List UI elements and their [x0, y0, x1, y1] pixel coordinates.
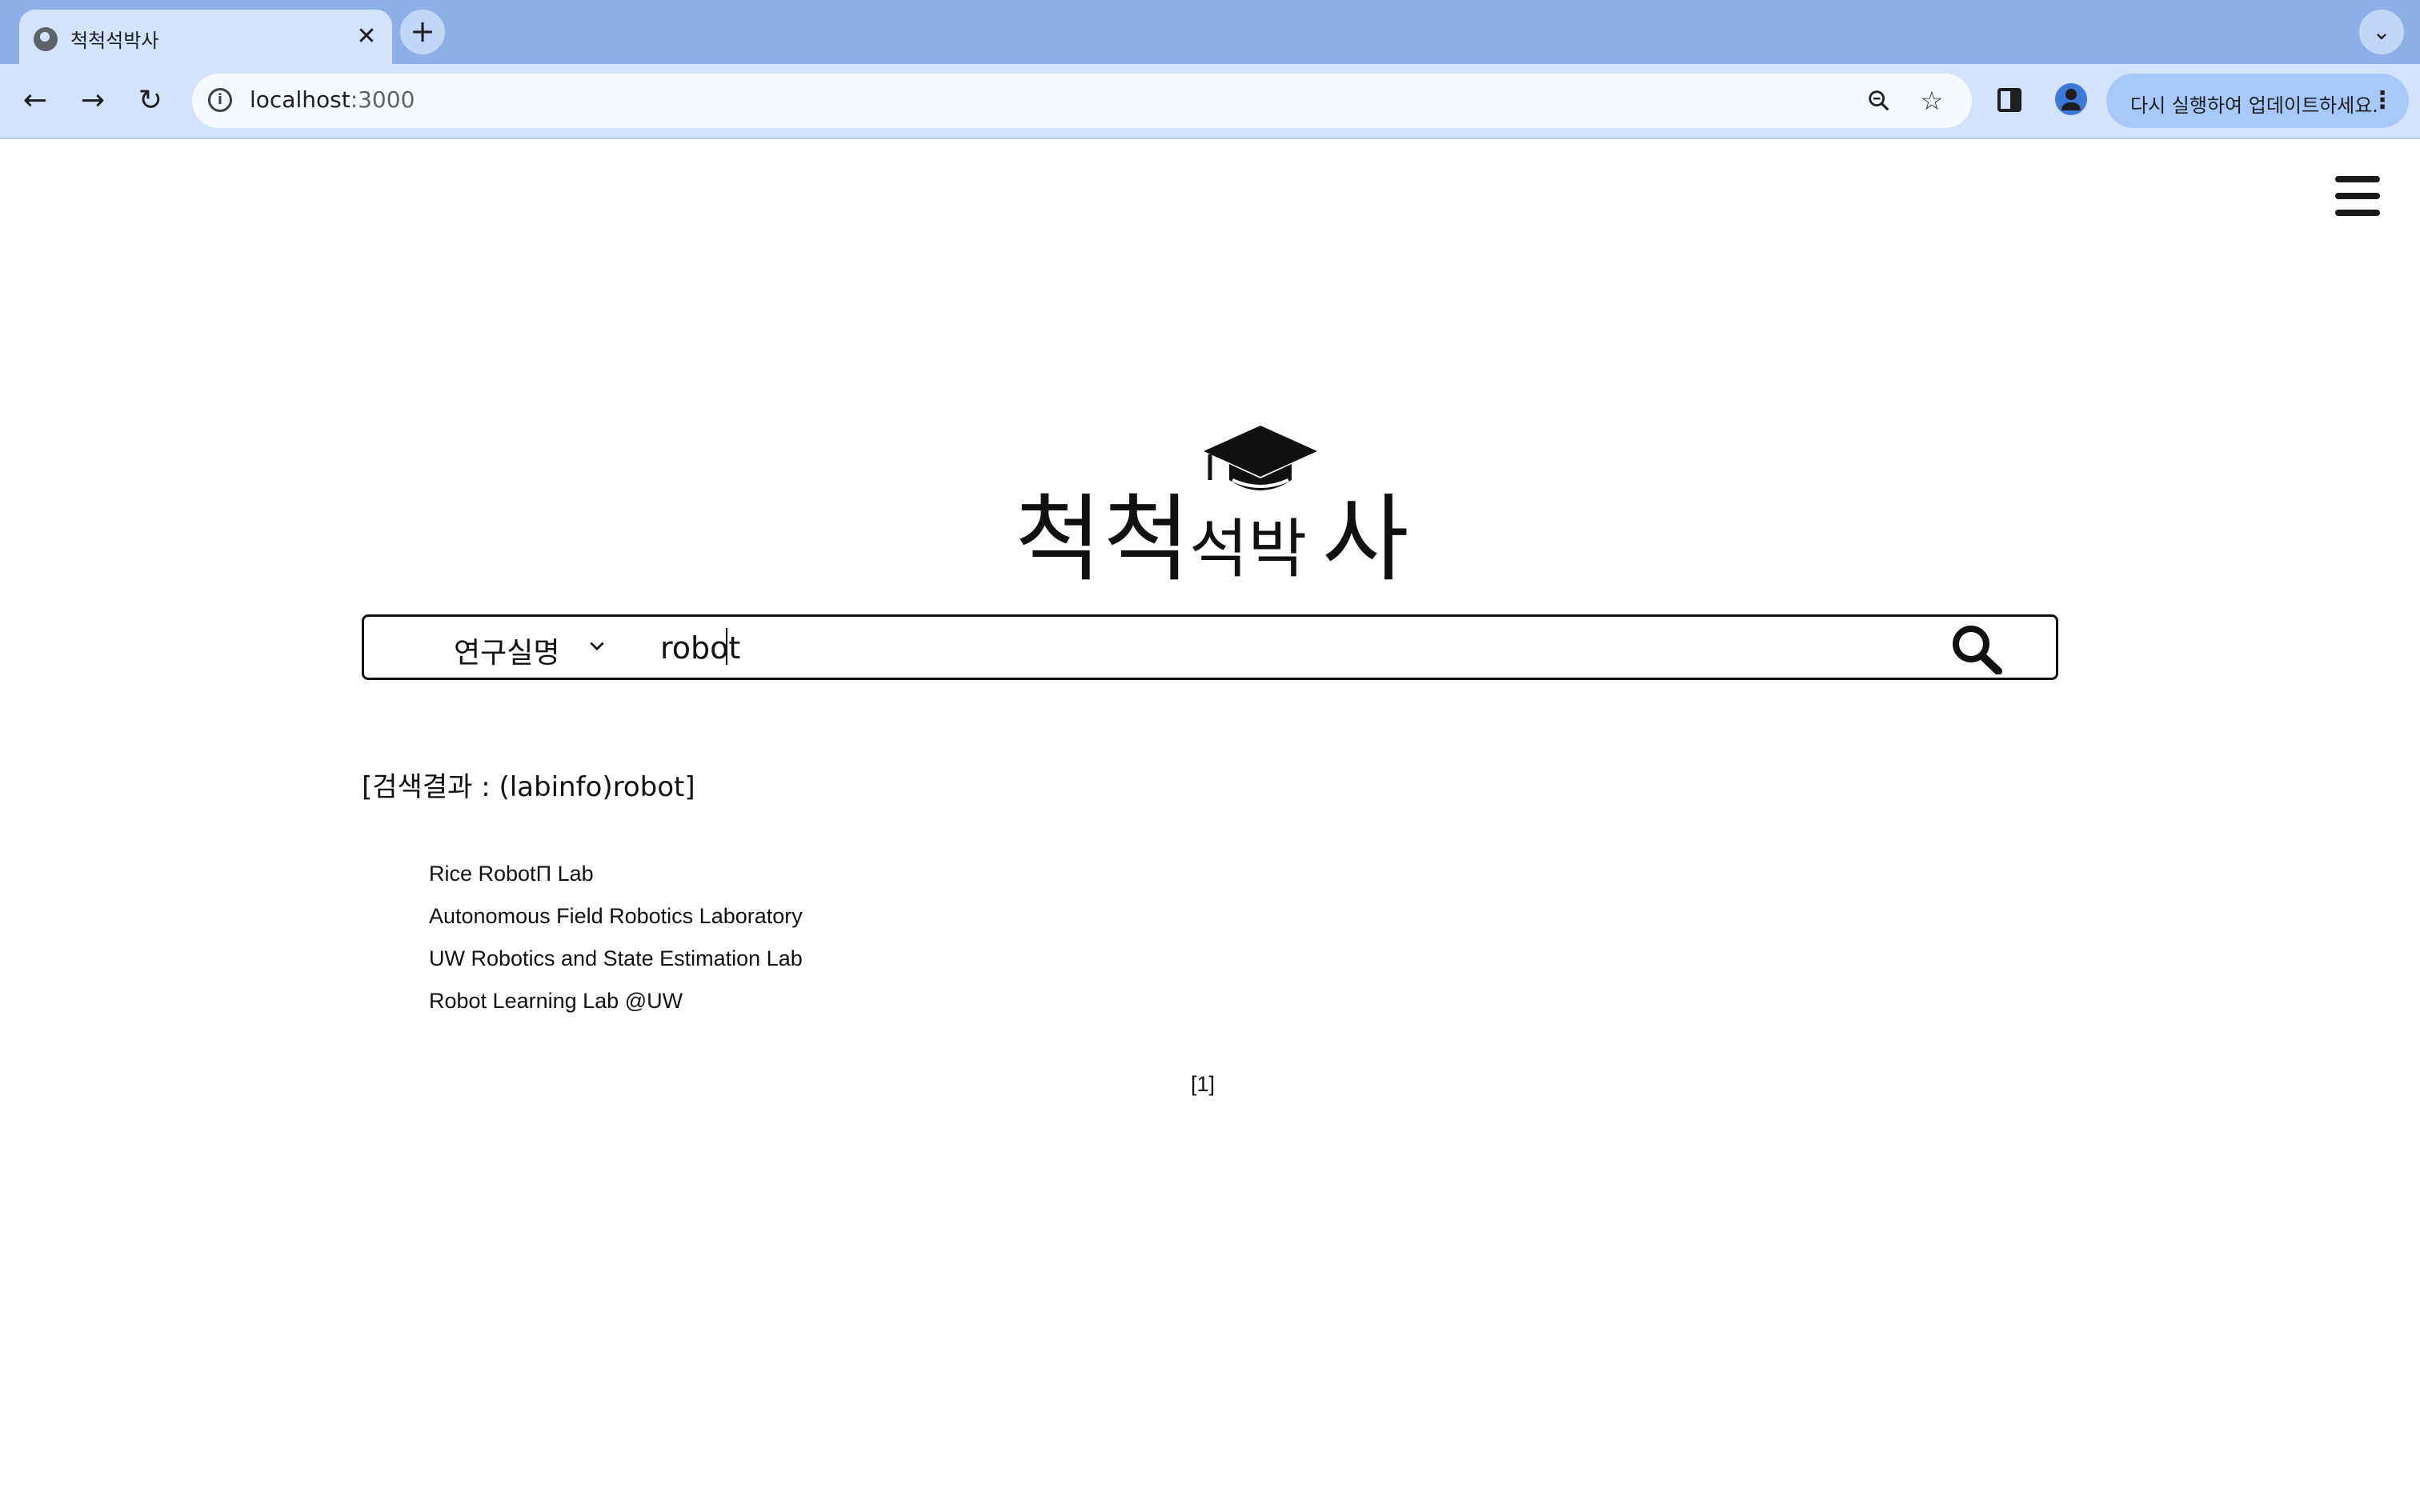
- reload-icon[interactable]: ↻: [131, 82, 170, 120]
- back-arrow-icon[interactable]: ←: [16, 82, 54, 120]
- url-host: localhost: [250, 86, 351, 113]
- close-tab-icon[interactable]: ✕: [352, 22, 381, 51]
- logo-text-part1: 척척: [1015, 484, 1192, 594]
- search-bar: 연구실명: [362, 614, 2058, 680]
- update-button[interactable]: 다시 실행하여 업데이트하세요. ⋮: [2106, 74, 2409, 128]
- result-item[interactable]: Robot Learning Lab @UW: [429, 987, 803, 1030]
- search-input[interactable]: [659, 628, 1862, 668]
- address-bar[interactable]: i localhost:3000 ☆: [192, 74, 1972, 128]
- more-menu-icon[interactable]: ⋮: [2370, 86, 2394, 114]
- bookmark-star-icon[interactable]: ☆: [1916, 85, 1948, 117]
- update-text: 다시 실행하여 업데이트하세요.: [2130, 94, 2378, 117]
- profile-avatar-icon[interactable]: [2055, 83, 2087, 115]
- tab-title: 척척석박사: [70, 30, 159, 52]
- hamburger-line: [2335, 176, 2380, 182]
- graduation-cap-icon: [1204, 426, 1317, 490]
- logo-text-part2: 석박: [1189, 512, 1308, 586]
- pagination-page-1[interactable]: [1]: [1191, 1072, 1215, 1097]
- result-item[interactable]: Autonomous Field Robotics Laboratory: [429, 902, 803, 945]
- hamburger-line: [2335, 193, 2380, 199]
- chevron-down-icon[interactable]: [587, 636, 607, 657]
- text-caret: [726, 628, 727, 665]
- site-info-icon[interactable]: i: [208, 88, 232, 112]
- new-tab-button[interactable]: +: [400, 10, 445, 54]
- browser-tab-active[interactable]: 척척석박사 ✕: [19, 10, 392, 64]
- result-item[interactable]: UW Robotics and State Estimation Lab: [429, 945, 803, 987]
- logo-text-part3: 사: [1322, 484, 1409, 594]
- browser-toolbar: ← → ↻ i localhost:3000 ☆ 다시 실행하여 업데이트하세요…: [0, 64, 2420, 139]
- side-panel-icon[interactable]: [1997, 88, 2021, 112]
- search-result-heading: [검색결과 : (labinfo)robot]: [362, 771, 695, 803]
- result-item[interactable]: Rice RobotΠ Lab: [429, 860, 803, 902]
- hamburger-menu-icon[interactable]: [2335, 176, 2380, 216]
- zoom-icon[interactable]: [1863, 85, 1895, 117]
- search-category-select[interactable]: 연구실명: [454, 630, 559, 671]
- result-list: Rice RobotΠ Lab Autonomous Field Robotic…: [429, 860, 803, 1030]
- address-url[interactable]: localhost:3000: [250, 86, 415, 113]
- url-port: :3000: [350, 86, 415, 113]
- tab-strip: 척척석박사 ✕ + ⌄: [0, 0, 2420, 64]
- tab-search-button[interactable]: ⌄: [2359, 10, 2404, 54]
- forward-arrow-icon[interactable]: →: [74, 82, 112, 120]
- globe-icon: [34, 27, 58, 51]
- search-icon[interactable]: [1949, 623, 2005, 674]
- site-logo[interactable]: 척척 석박 사: [1008, 424, 1409, 594]
- hamburger-line: [2335, 210, 2380, 216]
